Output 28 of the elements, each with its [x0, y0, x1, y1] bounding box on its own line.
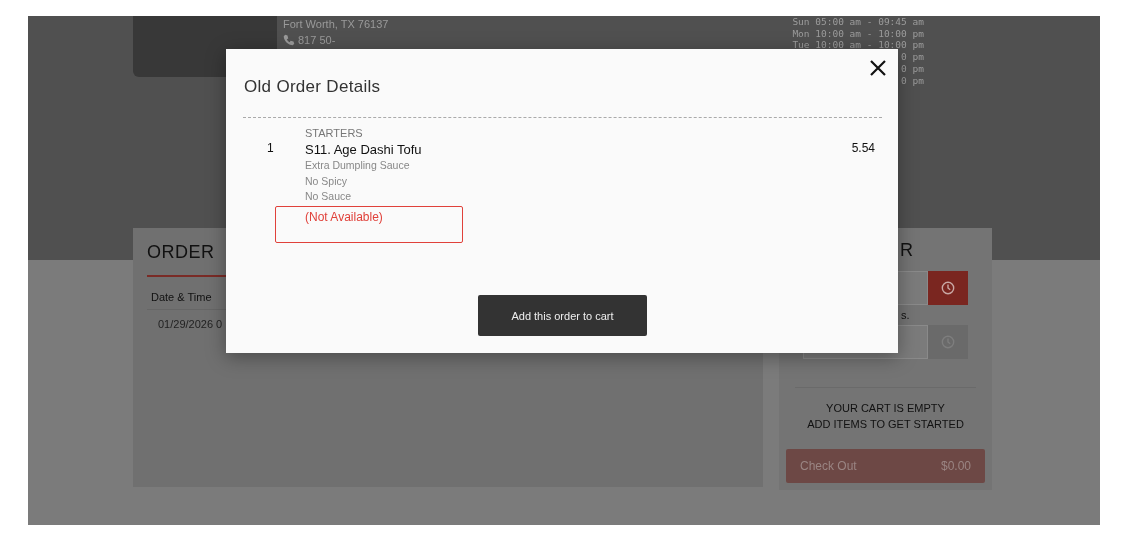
column-header: Date & Time	[151, 291, 212, 303]
opening-hours-text: 0 pm	[901, 51, 924, 63]
order-note-text: s.	[901, 309, 911, 321]
item-modifier: Extra Dumpling Sauce	[305, 158, 411, 173]
opening-hours-text: 0 pm	[901, 74, 924, 87]
address-text: Fort Worth, TX 76137	[283, 17, 389, 32]
unavailable-label: (Not Available)	[275, 206, 463, 244]
order-panel-heading: R	[900, 240, 914, 261]
item-modifier: No Spicy	[305, 173, 348, 189]
opening-hours-text: Mon 10:00 am - 10:00 pm	[792, 27, 924, 40]
phone-number: 817 50-	[298, 33, 336, 48]
opening-hours-text: 0 pm	[901, 62, 924, 75]
phone-icon	[283, 34, 295, 46]
item-quantity: 1	[266, 141, 275, 157]
add-to-cart-button[interactable]: Add this order to cart	[478, 295, 647, 336]
clock-icon	[941, 281, 955, 295]
modal-title: Old Order Details	[244, 77, 381, 97]
empty-cart-text: ADD ITEMS TO GET STARTED	[807, 417, 964, 432]
clock-button[interactable]	[928, 271, 968, 305]
item-name: S11. Age Dashi Tofu	[305, 141, 423, 158]
item-modifier: No Sauce	[305, 189, 353, 205]
empty-cart-text: YOUR CART IS EMPTY	[826, 401, 945, 416]
opening-hours-text: Sun 05:00 am - 09:45 am	[792, 16, 924, 28]
opening-hours-text: Tue 10:00 am - 10:00 pm	[792, 39, 924, 52]
close-icon[interactable]	[870, 60, 886, 76]
table-cell: 01/29/2026 0	[158, 318, 223, 330]
item-category: STARTERS	[305, 126, 364, 141]
item-price: 5.54	[851, 141, 875, 157]
